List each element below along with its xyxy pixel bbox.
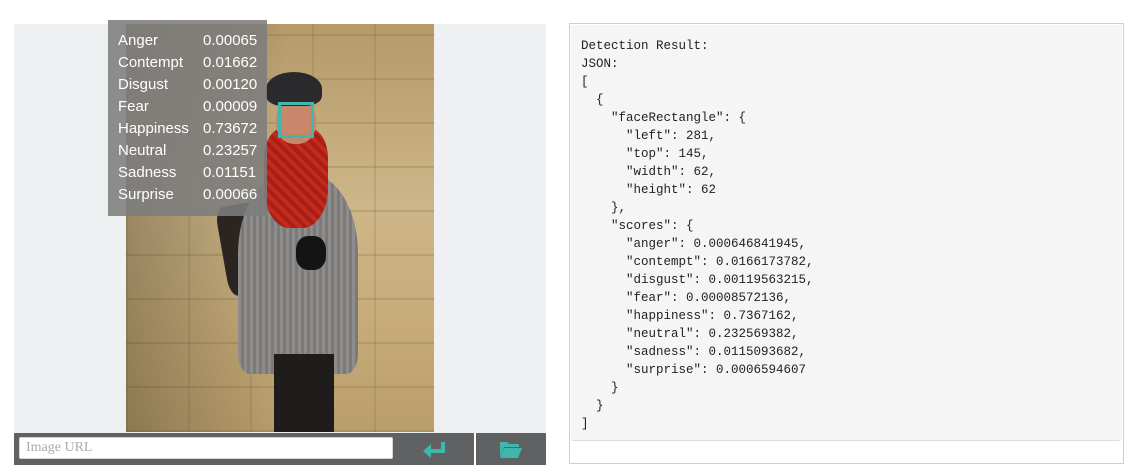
browse-file-button[interactable]	[476, 433, 546, 465]
score-label: Sadness	[118, 163, 177, 181]
score-label: Disgust	[118, 75, 169, 93]
open-folder-icon	[500, 442, 522, 458]
score-row: Contempt 0.01662	[108, 51, 267, 73]
score-label: Neutral	[118, 141, 167, 159]
score-row: Surprise 0.00066	[108, 183, 267, 205]
score-row: Anger 0.00065	[108, 29, 267, 51]
score-label: Fear	[118, 97, 149, 115]
person-hat	[266, 72, 322, 106]
score-value: 0.73672	[203, 119, 258, 137]
score-row: Sadness 0.01151	[108, 161, 267, 183]
score-label: Happiness	[118, 119, 189, 137]
score-label: Contempt	[118, 53, 184, 71]
person-legs	[274, 354, 334, 432]
submit-url-button[interactable]	[396, 433, 474, 465]
score-value: 0.00120	[203, 75, 258, 93]
score-value: 0.23257	[203, 141, 258, 159]
person-glove	[296, 236, 326, 270]
score-value: 0.01151	[203, 163, 257, 181]
score-row: Disgust 0.00120	[108, 73, 267, 95]
emotion-scores-overlay: Anger 0.00065 Contempt 0.01662 Disgust 0…	[108, 20, 267, 216]
score-row: Fear 0.00009	[108, 95, 267, 117]
score-value: 0.00065	[203, 31, 258, 49]
detection-result-box: Detection Result: JSON: [ { "faceRectang…	[571, 25, 1122, 441]
score-row: Neutral 0.23257	[108, 139, 267, 161]
result-panel: Detection Result: JSON: [ { "faceRectang…	[569, 23, 1124, 464]
score-row: Happiness 0.73672	[108, 117, 267, 139]
image-url-input[interactable]	[19, 437, 393, 459]
score-value: 0.00009	[203, 97, 258, 115]
score-label: Surprise	[118, 185, 174, 203]
enter-arrow-icon	[423, 442, 445, 458]
score-value: 0.00066	[203, 185, 258, 203]
detection-result-json: Detection Result: JSON: [ { "faceRectang…	[581, 39, 814, 431]
face-rectangle	[278, 102, 314, 138]
image-url-bar	[14, 433, 546, 465]
score-value: 0.01662	[203, 53, 258, 71]
image-panel: Anger 0.00065 Contempt 0.01662 Disgust 0…	[14, 20, 546, 465]
score-label: Anger	[118, 31, 159, 49]
